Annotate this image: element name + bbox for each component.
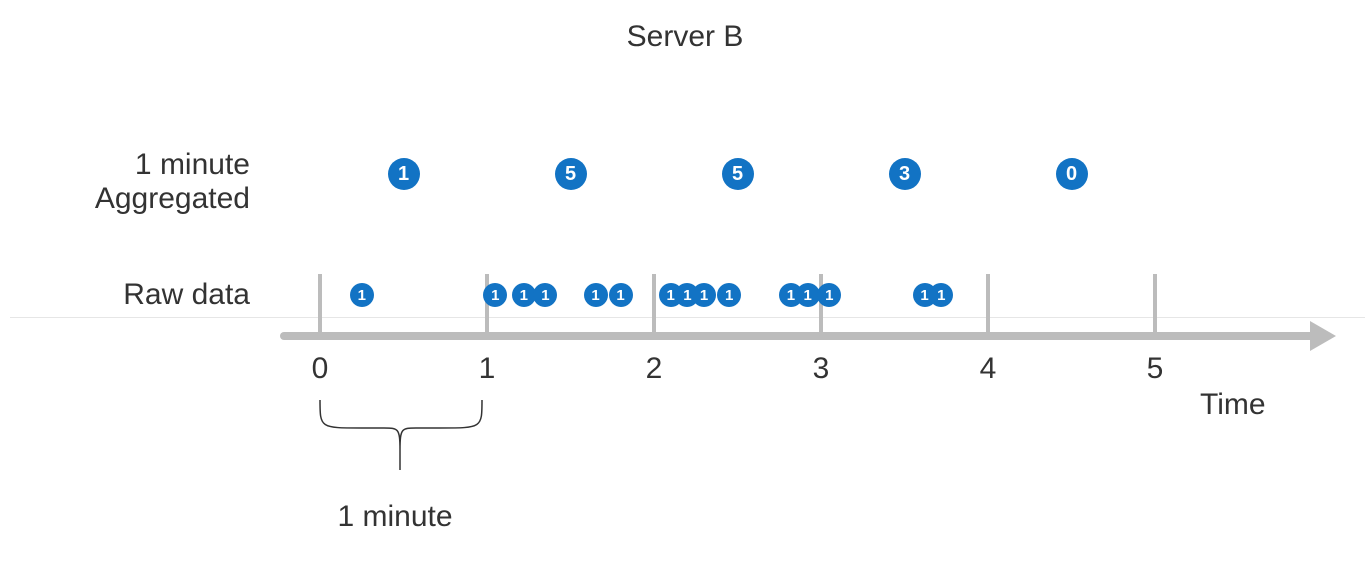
aggregated-count-dot: 5 [555,158,587,190]
raw-event-dot: 1 [609,283,633,307]
axis-label-time: Time [1200,388,1266,422]
faint-divider [10,317,1365,318]
diagram-title: Server B [0,20,1370,54]
axis-tick-label: 3 [813,352,830,386]
raw-event-dot: 1 [350,283,374,307]
axis-tick [318,274,322,332]
aggregated-count-dot: 0 [1056,158,1088,190]
axis-tick-label: 5 [1147,352,1164,386]
axis-tick-label: 2 [646,352,663,386]
axis-tick [1153,274,1157,332]
label-raw: Raw data [0,278,250,312]
brace-icon [316,400,486,470]
aggregated-count-dot: 1 [388,158,420,190]
raw-event-dot: 1 [796,283,820,307]
raw-event-dot: 1 [584,283,608,307]
axis-tick-label: 0 [312,352,329,386]
brace-caption: 1 minute [310,500,480,534]
raw-event-dot: 1 [512,283,536,307]
axis-tick-label: 4 [980,352,997,386]
label-aggregated: 1 minute Aggregated [0,148,250,216]
axis-tick-label: 1 [479,352,496,386]
time-axis [280,332,1310,340]
raw-event-dot: 1 [533,283,557,307]
raw-event-dot: 1 [483,283,507,307]
raw-event-dot: 1 [692,283,716,307]
axis-tick [652,274,656,332]
axis-tick [986,274,990,332]
raw-event-dot: 1 [717,283,741,307]
raw-event-dot: 1 [929,283,953,307]
aggregated-count-dot: 5 [722,158,754,190]
aggregated-count-dot: 3 [889,158,921,190]
label-aggregated-line2: Aggregated [95,182,250,215]
label-aggregated-line1: 1 minute [135,148,250,181]
raw-event-dot: 1 [817,283,841,307]
